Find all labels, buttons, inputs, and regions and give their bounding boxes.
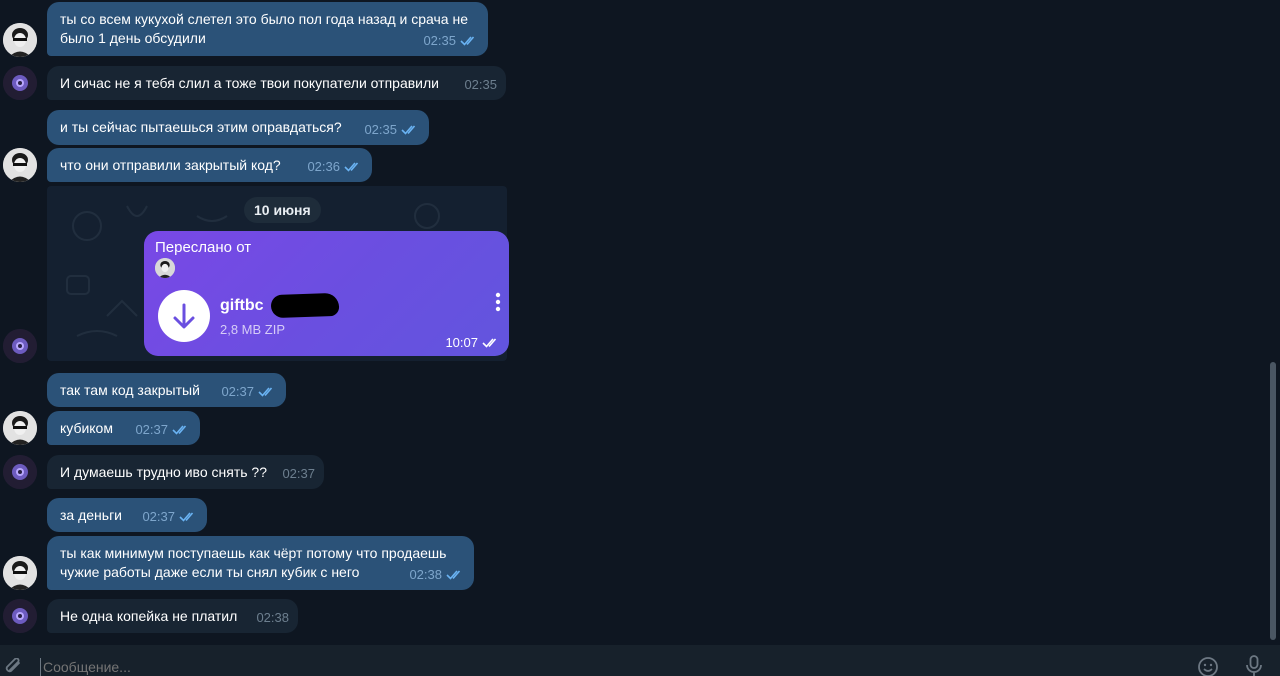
date-separator: 10 июня — [244, 197, 321, 223]
message-text: и ты сейчас пытаешься этим оправдаться? — [60, 119, 342, 135]
message-bubble[interactable]: ты со всем кукухой слетел это было пол г… — [47, 2, 488, 56]
file-name: giftbc — [220, 297, 264, 314]
scrollbar-thumb[interactable] — [1270, 362, 1276, 640]
more-vertical-icon[interactable] — [495, 292, 501, 312]
message-time: 02:38 — [409, 567, 442, 582]
message-text: за деньги — [60, 507, 123, 523]
double-check-icon — [172, 425, 187, 435]
message-time: 02:36 — [307, 159, 340, 174]
message-meta: 02:38 — [256, 608, 289, 627]
double-check-icon — [344, 162, 359, 172]
double-check-icon — [401, 125, 416, 135]
message-meta: 10:07 — [445, 335, 501, 350]
message-time: 02:35 — [423, 33, 456, 48]
download-arrow-icon — [173, 303, 195, 329]
message-meta: 02:35 — [423, 31, 479, 50]
double-check-icon — [179, 512, 194, 522]
message-time: 02:35 — [464, 77, 497, 92]
avatar[interactable] — [3, 23, 37, 57]
smile-icon[interactable] — [1196, 656, 1220, 676]
message-time: 10:07 — [445, 335, 478, 350]
message-text: Не одна копейка не платил — [60, 608, 238, 624]
forwarded-label: Переслано от — [155, 239, 252, 256]
avatar[interactable] — [3, 148, 37, 182]
message-time: 02:35 — [364, 122, 397, 137]
message-time: 02:37 — [221, 384, 254, 399]
message-meta: 02:35 — [464, 75, 497, 94]
message-text: ты со всем кукухой слетел это было пол г… — [60, 11, 468, 46]
message-meta: 02:37 — [221, 382, 277, 401]
avatar[interactable] — [3, 329, 37, 363]
message-meta: 02:36 — [307, 157, 363, 176]
message-time: 02:37 — [142, 509, 175, 524]
file-size: 2,8 MB ZIP — [220, 322, 286, 337]
paperclip-icon[interactable] — [4, 658, 24, 676]
message-text: кубиком — [60, 420, 113, 436]
double-check-icon — [258, 387, 273, 397]
chat-area: ты со всем кукухой слетел это было пол г… — [0, 0, 1280, 645]
message-bubble[interactable]: И думаешь трудно иво снять ?? 02:37 — [47, 455, 324, 489]
message-time: 02:38 — [256, 610, 289, 625]
redaction-mark — [270, 292, 340, 319]
message-bubble[interactable]: ты как минимум поступаешь как чёрт потом… — [47, 536, 474, 590]
message-meta: 02:37 — [142, 507, 198, 526]
message-time: 02:37 — [282, 466, 315, 481]
message-meta: 02:37 — [135, 420, 191, 439]
message-text: И сичас не я тебя слил а тоже твои покуп… — [60, 75, 439, 91]
message-meta: 02:38 — [409, 565, 465, 584]
double-check-icon — [482, 338, 497, 348]
message-bubble[interactable]: Не одна копейка не платил 02:38 — [47, 599, 298, 633]
avatar[interactable] — [3, 411, 37, 445]
avatar[interactable] — [3, 599, 37, 633]
message-input[interactable] — [40, 658, 740, 676]
message-bubble[interactable]: так там код закрытый 02:37 — [47, 373, 286, 407]
message-text: что они отправили закрытый код? — [60, 157, 281, 173]
message-text: так там код закрытый — [60, 382, 200, 398]
message-time: 02:37 — [135, 422, 168, 437]
message-bubble[interactable]: за деньги 02:37 — [47, 498, 207, 532]
avatar[interactable] — [3, 455, 37, 489]
message-meta: 02:37 — [282, 464, 315, 483]
double-check-icon — [446, 570, 461, 580]
forwarded-avatar[interactable] — [155, 258, 175, 278]
message-text: ты как минимум поступаешь как чёрт потом… — [60, 545, 447, 580]
avatar[interactable] — [3, 556, 37, 590]
forwarded-file-message[interactable]: Переслано от giftbc 2,8 MB ZIP 10:07 — [144, 231, 509, 356]
message-bubble[interactable]: кубиком 02:37 — [47, 411, 200, 445]
avatar[interactable] — [3, 66, 37, 100]
message-bubble[interactable]: И сичас не я тебя слил а тоже твои покуп… — [47, 66, 506, 100]
message-bubble[interactable]: и ты сейчас пытаешься этим оправдаться? … — [47, 110, 429, 145]
message-meta: 02:35 — [364, 120, 420, 139]
message-text: И думаешь трудно иво снять ?? — [60, 464, 267, 480]
message-bubble[interactable]: что они отправили закрытый код? 02:36 — [47, 148, 372, 182]
microphone-icon[interactable] — [1244, 655, 1264, 676]
download-button[interactable] — [158, 290, 210, 342]
double-check-icon — [460, 36, 475, 46]
